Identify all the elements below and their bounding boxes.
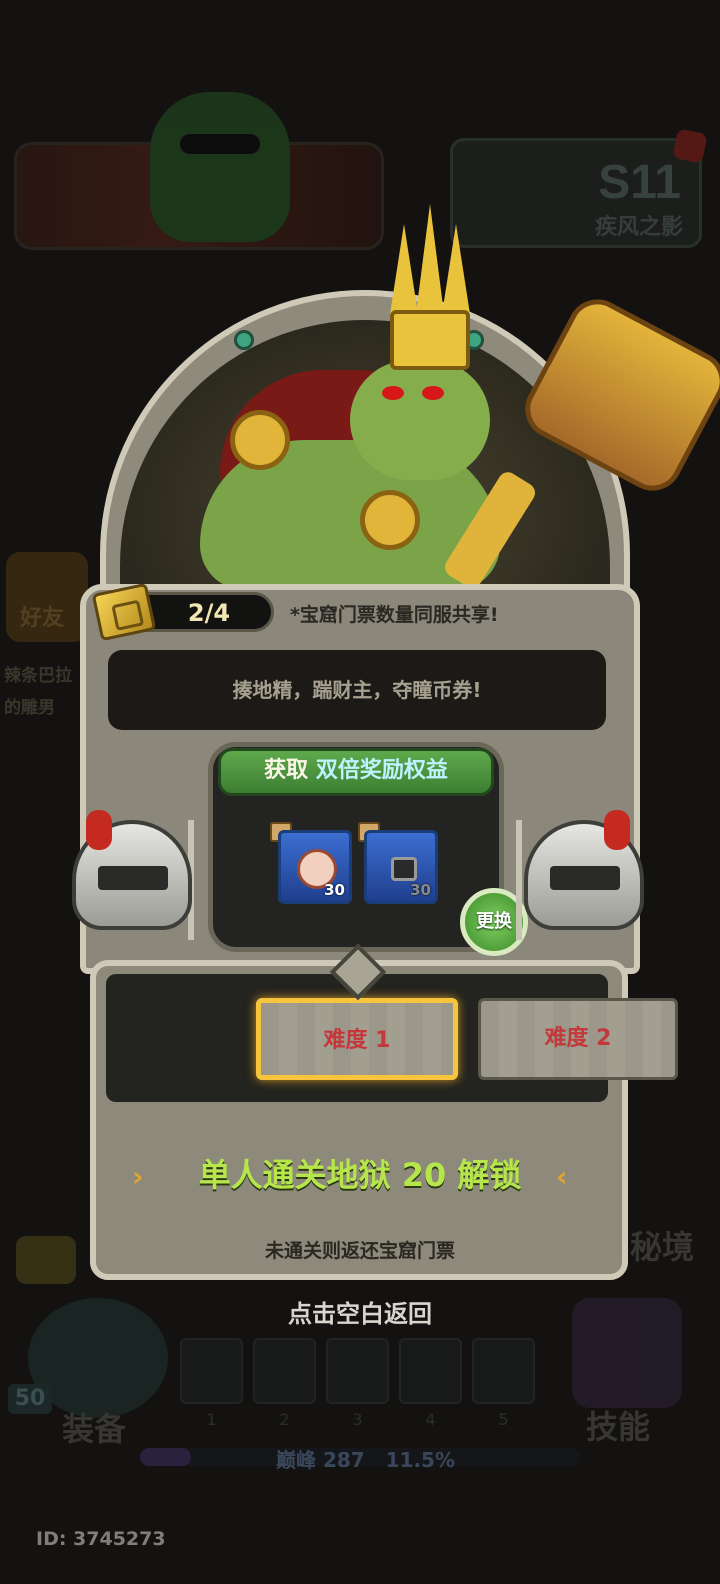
crown-spike xyxy=(442,224,470,314)
lock-icon xyxy=(391,857,417,881)
reward-header-highlight: 双倍奖励权益 xyxy=(315,758,448,783)
gold-coin-icon xyxy=(230,410,290,470)
difficulty-option[interactable]: 难度 2 xyxy=(478,998,678,1080)
crown-icon xyxy=(390,204,470,370)
description-text: 揍地精，踹财主，夺瞳币券! xyxy=(232,678,482,702)
crown-spike xyxy=(390,224,418,314)
game-screen[interactable]: { "background": { "season_badge": "S11",… xyxy=(0,0,720,1584)
knight-guard-left xyxy=(72,810,192,930)
reward-item-count: 30 xyxy=(410,881,431,899)
crown-spike xyxy=(416,204,444,314)
reward-item-ticket[interactable]: 30 xyxy=(278,830,352,904)
knight-plume xyxy=(86,810,112,850)
knight-plume xyxy=(604,810,630,850)
close-hint[interactable]: 点击空白返回 xyxy=(0,1294,720,1329)
reward-header-text: 获取 双倍奖励权益 xyxy=(218,748,494,796)
boss-head xyxy=(350,360,490,480)
gold-coin-icon xyxy=(360,490,420,550)
difficulty-option-selected[interactable]: 难度 1 xyxy=(256,998,458,1080)
boss-eye xyxy=(422,386,444,400)
treasure-cave-modal: 2/4 *宝窟门票数量同服共享! 揍地精，踹财主，夺瞳币券! 获取 双倍奖励权益… xyxy=(0,0,720,1584)
reward-item-locked[interactable]: 30 xyxy=(364,830,438,904)
refund-note: 未通关则返还宝窟门票 xyxy=(264,1240,455,1262)
ticket-count: 2/4 xyxy=(187,599,231,627)
crown-band xyxy=(390,310,470,370)
spear-icon xyxy=(516,820,522,940)
knight-visor xyxy=(98,866,168,890)
ticket-shared-note: *宝窟门票数量同服共享! xyxy=(290,604,499,626)
reward-header-prefix: 获取 xyxy=(264,758,309,783)
knight-guard-right xyxy=(524,810,644,930)
unlock-condition: 单人通关地狱 20 解锁 xyxy=(198,1156,522,1194)
boss-eye xyxy=(382,386,404,400)
knight-visor xyxy=(550,866,620,890)
reward-item-count: 30 xyxy=(324,881,345,899)
arrow-right-icon: ‹ xyxy=(556,1160,568,1193)
